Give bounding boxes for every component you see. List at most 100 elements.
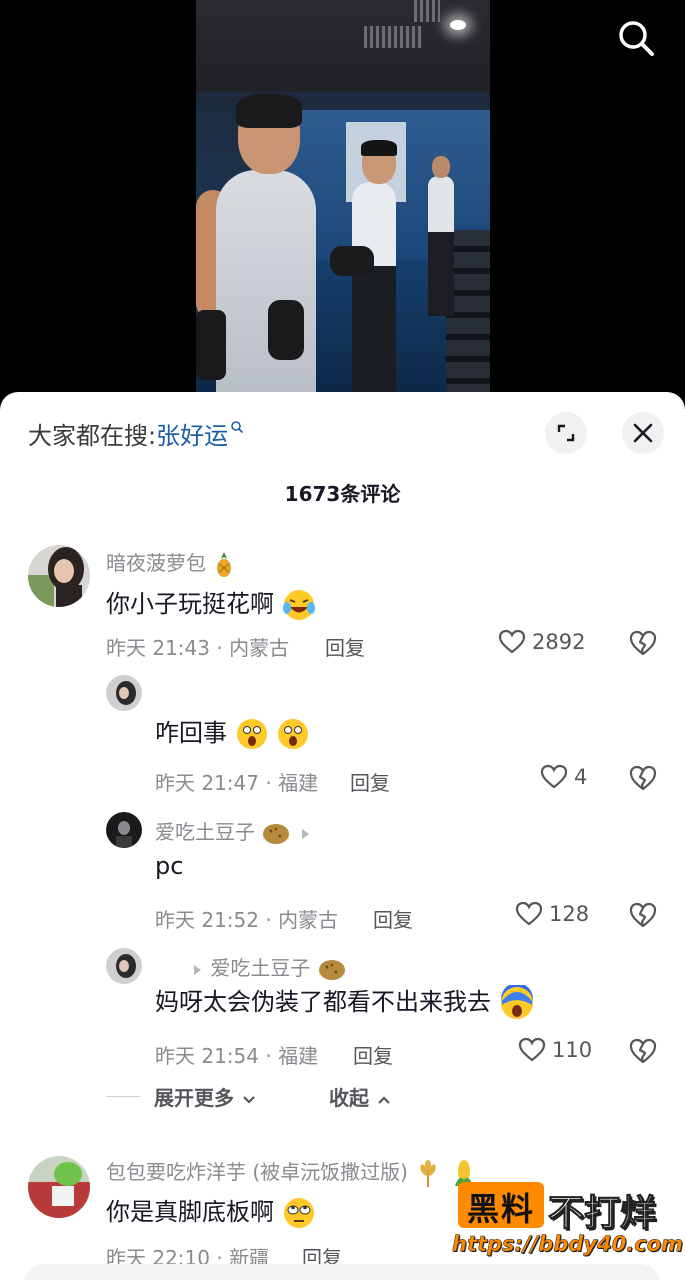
potato-icon	[263, 823, 290, 844]
screaming-face-emoji-icon	[500, 985, 533, 1019]
video-dumbbell	[196, 310, 226, 380]
reply-target[interactable]: 爱吃土豆子	[190, 952, 347, 982]
like-count: 110	[552, 1038, 593, 1062]
broken-heart-icon	[629, 765, 657, 791]
play-triangle-icon	[301, 828, 309, 839]
trending-search-keyword[interactable]: 张好运	[156, 422, 228, 450]
collapse-button[interactable]: 收起	[329, 1082, 392, 1111]
video-dumbbell	[268, 300, 304, 360]
watermark: 黑料 不打烊 https://bbdy40.com	[452, 1182, 683, 1262]
chevron-up-icon	[378, 1095, 390, 1104]
like-count: 2892	[532, 630, 586, 654]
comment-input-bar[interactable]	[24, 1264, 660, 1280]
comment-sheet: 大家都在搜:张好运 1673条评论 暗夜菠萝包 你小子玩挺花啊 昨天 21:43…	[0, 392, 685, 1280]
comment-text: pc	[155, 852, 184, 880]
dislike-button[interactable]	[628, 1036, 658, 1066]
collapse-label[interactable]: 收起	[329, 1086, 369, 1110]
comment-text: 妈呀太会伪装了都看不出来我去	[155, 982, 535, 1021]
like-count: 128	[549, 902, 590, 926]
like-button[interactable]: 2892	[498, 628, 585, 656]
thread-controls: 展开更多 收起	[106, 1082, 392, 1111]
avatar[interactable]	[28, 545, 90, 607]
video-person	[352, 182, 396, 392]
comment-meta: 昨天 21:54 · 福建	[155, 1044, 319, 1068]
laughing-crying-emoji-icon	[282, 590, 315, 620]
video-vent	[364, 26, 422, 48]
video-ceiling-light	[450, 20, 466, 30]
dislike-button[interactable]	[628, 763, 658, 793]
video-vent	[414, 0, 440, 22]
comment-text-content: 咋回事	[155, 719, 227, 747]
reply-button[interactable]: 回复	[373, 904, 413, 933]
close-sheet-button[interactable]	[622, 412, 664, 454]
rolling-eyes-emoji-icon	[283, 1198, 314, 1228]
username-text[interactable]: 爱吃土豆子	[155, 820, 255, 844]
watermark-box-text: 黑料	[466, 1190, 535, 1228]
broken-heart-icon	[629, 630, 657, 656]
divider	[106, 1096, 140, 1097]
close-icon	[633, 423, 653, 443]
reply-button[interactable]: 回复	[353, 1040, 393, 1069]
comment-text-content: 你是真脚底板啊	[106, 1198, 274, 1226]
heart-icon	[515, 901, 543, 926]
pineapple-icon	[217, 551, 232, 577]
comment-meta: 昨天 21:43 · 内蒙古	[106, 636, 290, 660]
username-text[interactable]: 暗夜菠萝包	[106, 551, 206, 575]
play-triangle-icon	[194, 964, 201, 975]
watermark-url: https://bbdy40.com	[452, 1232, 684, 1257]
expand-icon	[557, 424, 575, 442]
wheat-icon	[420, 1159, 437, 1187]
comment-text: 你小子玩挺花啊	[106, 584, 316, 622]
video-player[interactable]	[0, 0, 685, 400]
username-text[interactable]: 包包要吃炸洋芋 (被卓沅饭撒过版)	[106, 1160, 408, 1184]
shocked-face-emoji-icon	[236, 719, 267, 749]
video-person	[361, 140, 397, 156]
potato-icon	[318, 959, 345, 980]
heart-icon	[498, 629, 526, 654]
reply-button[interactable]: 回复	[350, 767, 390, 796]
like-button[interactable]: 128	[515, 900, 589, 928]
like-button[interactable]: 110	[518, 1036, 592, 1064]
comment-meta: 昨天 21:47 · 福建	[155, 771, 319, 795]
comment-text: 你是真脚底板啊	[106, 1192, 316, 1230]
expand-sheet-button[interactable]	[545, 412, 587, 454]
video-person	[428, 176, 454, 316]
reply-target-username[interactable]: 爱吃土豆子	[210, 956, 310, 980]
video-person	[432, 156, 450, 178]
avatar[interactable]	[106, 675, 142, 711]
dislike-button[interactable]	[628, 900, 658, 930]
chevron-down-icon	[243, 1095, 255, 1104]
comment-text-content: 妈呀太会伪装了都看不出来我去	[155, 988, 491, 1016]
heart-icon	[518, 1037, 546, 1062]
avatar[interactable]	[106, 812, 142, 848]
avatar[interactable]	[106, 948, 142, 984]
mini-search-icon	[231, 421, 244, 434]
like-count: 4	[574, 765, 588, 789]
video-dumbbell	[330, 246, 374, 276]
comment-count: 1673条评论	[284, 482, 401, 506]
like-button[interactable]: 4	[540, 763, 587, 791]
expand-more-button[interactable]: 展开更多	[154, 1082, 257, 1111]
expand-more-label[interactable]: 展开更多	[154, 1086, 234, 1110]
comment-username[interactable]: 暗夜菠萝包	[106, 547, 236, 578]
reply-button[interactable]: 回复	[325, 632, 365, 661]
avatar[interactable]	[28, 1156, 90, 1218]
shocked-face-emoji-icon	[278, 719, 309, 749]
video-frame[interactable]	[196, 0, 490, 392]
search-icon[interactable]	[614, 16, 658, 60]
trending-search-prefix: 大家都在搜:	[28, 422, 157, 450]
comment-meta: 昨天 21:52 · 内蒙古	[155, 908, 339, 932]
broken-heart-icon	[629, 902, 657, 928]
dislike-button[interactable]	[628, 628, 658, 658]
comment-username[interactable]: 包包要吃炸洋芋 (被卓沅饭撒过版)	[106, 1156, 477, 1188]
video-person	[216, 170, 316, 392]
broken-heart-icon	[629, 1038, 657, 1064]
comment-text-content: 你小子玩挺花啊	[106, 590, 274, 618]
video-person	[236, 94, 302, 128]
comment-text: 咋回事	[155, 713, 310, 751]
watermark-text: 不打烊	[547, 1193, 657, 1235]
video-ceiling	[196, 0, 490, 92]
comment-username[interactable]: 爱吃土豆子	[155, 816, 312, 846]
trending-search-hint[interactable]: 大家都在搜:张好运	[28, 416, 244, 451]
heart-icon	[540, 764, 568, 789]
